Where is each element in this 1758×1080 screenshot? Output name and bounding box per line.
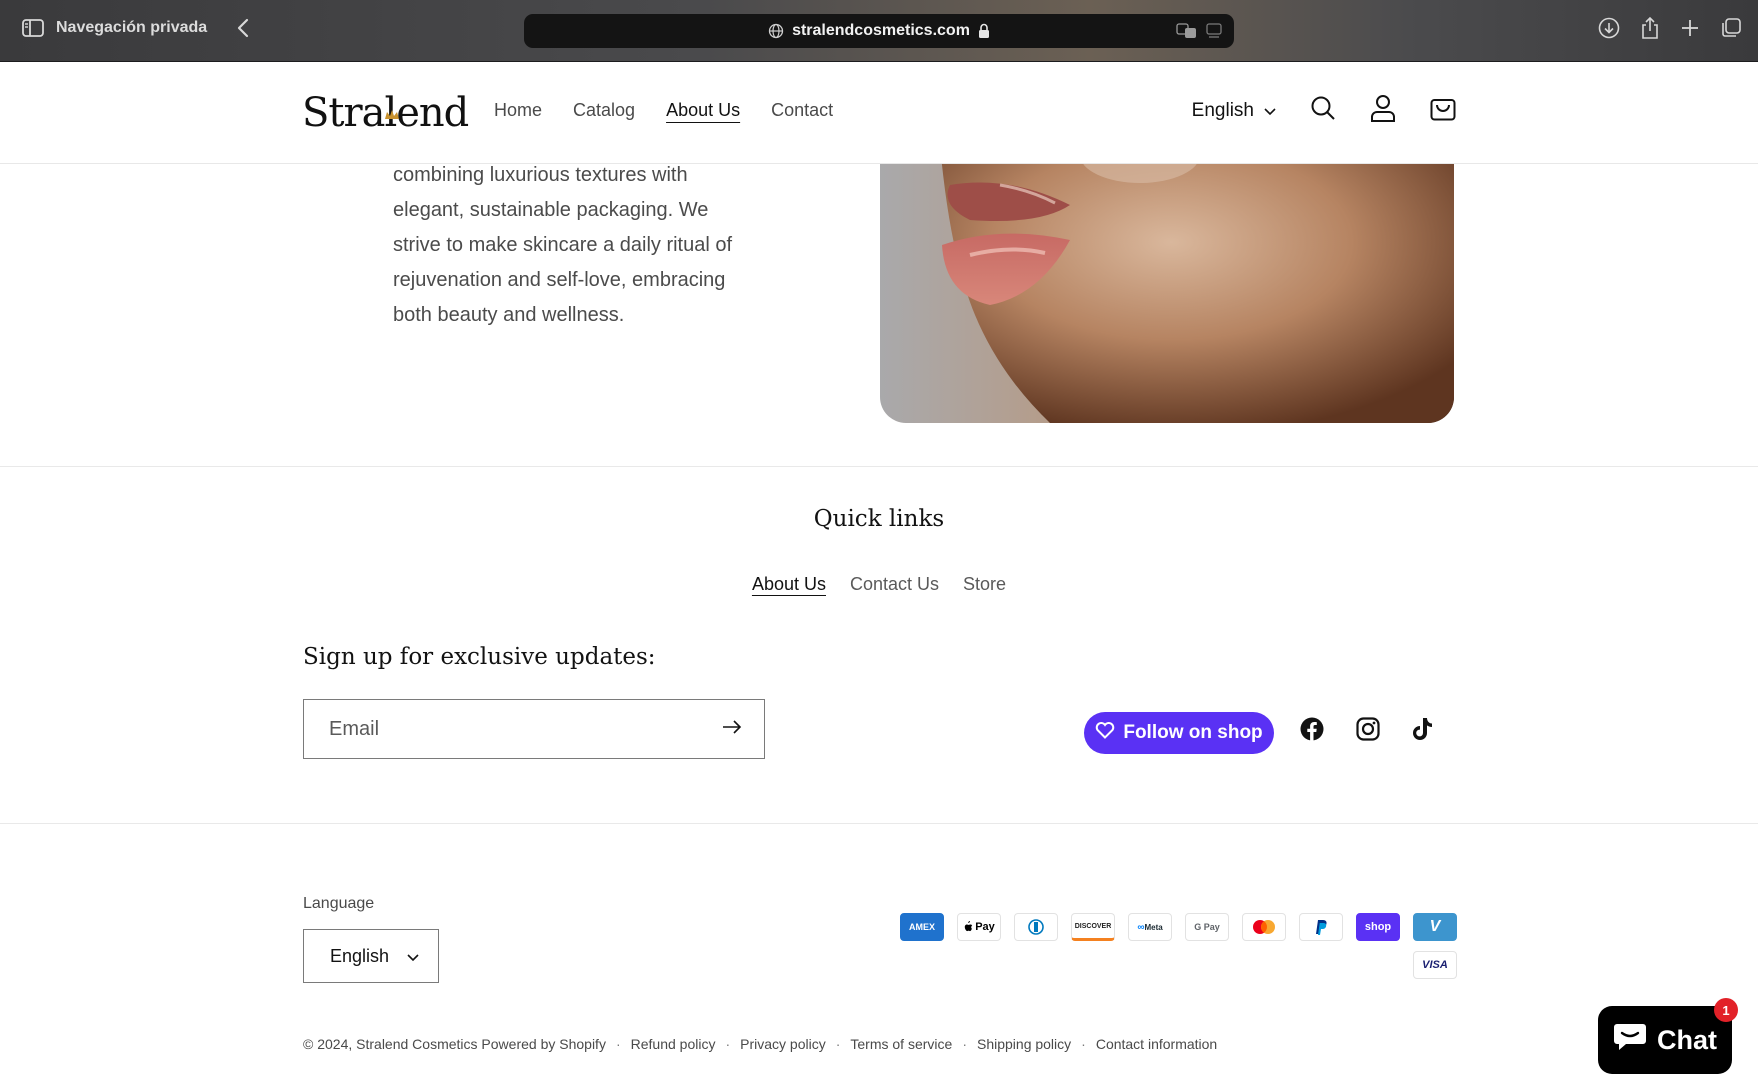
about-line: strive to make skincare a daily ritual o…	[393, 234, 733, 256]
chevron-down-icon	[1264, 100, 1276, 122]
language-value: English	[1191, 99, 1254, 121]
back-arrow-icon[interactable]	[237, 18, 249, 38]
separator-dot: ·	[1081, 1036, 1086, 1052]
chat-button[interactable]: Chat	[1598, 1006, 1732, 1074]
powered-by-shopify-link[interactable]: Powered by Shopify	[481, 1036, 606, 1052]
meta-pay-icon: ∞ Meta	[1128, 913, 1172, 941]
paypal-icon	[1299, 913, 1343, 941]
about-line: elegant, sustainable packaging. We	[393, 199, 709, 221]
share-icon[interactable]	[1640, 16, 1660, 40]
payment-methods: AMEX Pay DISCOVER ∞ Meta G Pay shop V VIS…	[897, 913, 1457, 989]
newsletter-title: Sign up for exclusive updates:	[303, 644, 656, 670]
follow-label: Follow on shop	[1123, 722, 1263, 743]
private-browsing-indicator[interactable]: Navegación privada	[22, 18, 249, 38]
nav-home[interactable]: Home	[494, 100, 542, 121]
legal-links: © 2024, Stralend Cosmetics Powered by Sh…	[303, 1036, 1217, 1052]
globe-icon	[768, 23, 784, 39]
address-bar[interactable]: stralendcosmetics.com	[524, 14, 1234, 48]
downloads-icon[interactable]	[1598, 17, 1620, 39]
browser-toolbar: Navegación privada stralendcosmetics.com	[0, 0, 1758, 62]
visa-icon: VISA	[1413, 951, 1457, 979]
copyright-year: © 2024,	[303, 1036, 353, 1052]
apple-pay-label: Pay	[975, 921, 995, 933]
apple-pay-icon: Pay	[957, 913, 1001, 941]
language-label: Language	[303, 895, 375, 912]
shipping-policy-link[interactable]: Shipping policy	[977, 1036, 1071, 1052]
meta-label: Meta	[1144, 922, 1163, 932]
arrow-right-icon[interactable]	[722, 719, 742, 739]
shop-pay-icon: shop	[1356, 913, 1400, 941]
language-selector[interactable]: English	[1192, 100, 1276, 122]
footer-language-value: English	[330, 945, 390, 966]
newsletter-form	[303, 699, 765, 759]
facebook-icon[interactable]	[1300, 717, 1324, 746]
private-browsing-label: Navegación privada	[56, 19, 208, 36]
quick-link-contact-us[interactable]: Contact Us	[850, 574, 939, 595]
store-name-link[interactable]: Stralend Cosmetics	[356, 1036, 477, 1052]
privacy-policy-link[interactable]: Privacy policy	[740, 1036, 826, 1052]
copyright-text: © 2024, Stralend Cosmetics Powered by Sh…	[303, 1036, 606, 1052]
instagram-icon[interactable]	[1356, 717, 1380, 746]
account-icon[interactable]	[1370, 94, 1396, 127]
footer-language-select[interactable]: English	[303, 929, 439, 983]
section-divider	[0, 466, 1758, 467]
chat-bubble-icon	[1613, 1022, 1647, 1059]
social-links	[1300, 717, 1434, 746]
separator-dot: ·	[962, 1036, 967, 1052]
site-header: Stralend Home Catalog About Us Contact E…	[0, 62, 1758, 164]
url-text: stralendcosmetics.com	[792, 22, 970, 39]
brand-logo[interactable]: Stralend	[302, 90, 469, 136]
heart-icon	[1095, 721, 1115, 745]
about-line: rejuvenation and self-love, embracing	[393, 269, 726, 291]
separator-dot: ·	[835, 1036, 841, 1052]
chevron-down-icon	[407, 946, 419, 967]
discover-icon: DISCOVER	[1071, 913, 1115, 941]
footer-divider	[0, 823, 1758, 824]
quick-link-about-us[interactable]: About Us	[752, 574, 826, 595]
main-nav: Home Catalog About Us Contact	[494, 100, 833, 121]
email-field[interactable]	[329, 717, 722, 741]
refund-policy-link[interactable]: Refund policy	[631, 1036, 716, 1052]
venmo-icon: V	[1413, 913, 1457, 941]
chat-notification-badge: 1	[1714, 998, 1738, 1022]
translate-icon[interactable]	[1176, 22, 1198, 40]
quick-links: About Us Contact Us Store	[0, 574, 1758, 595]
quick-links-title: Quick links	[813, 506, 945, 532]
new-tab-icon[interactable]	[1680, 18, 1700, 38]
sidebar-icon[interactable]	[22, 19, 44, 37]
diners-icon	[1014, 913, 1058, 941]
separator-dot: ·	[725, 1036, 731, 1052]
nav-about-us[interactable]: About Us	[666, 100, 740, 121]
tiktok-icon[interactable]	[1412, 717, 1434, 746]
about-line: both beauty and wellness.	[393, 304, 625, 326]
follow-on-shop-button[interactable]: Follow on shop	[1084, 712, 1274, 754]
contact-information-link[interactable]: Contact information	[1096, 1036, 1217, 1052]
about-description: combining luxurious textures with elegan…	[393, 158, 793, 333]
terms-of-service-link[interactable]: Terms of service	[850, 1036, 952, 1052]
reader-icon[interactable]	[1206, 22, 1222, 40]
nav-catalog[interactable]: Catalog	[573, 100, 635, 121]
quick-link-store[interactable]: Store	[963, 574, 1006, 595]
search-icon[interactable]	[1310, 95, 1336, 126]
cart-icon[interactable]	[1430, 95, 1456, 126]
google-pay-icon: G Pay	[1185, 913, 1229, 941]
lips-hero-image	[880, 145, 1454, 423]
mastercard-icon	[1242, 913, 1286, 941]
nav-contact[interactable]: Contact	[771, 100, 833, 121]
crown-icon	[384, 84, 400, 130]
chat-label: Chat	[1657, 1024, 1717, 1055]
tab-overview-icon[interactable]	[1720, 17, 1742, 39]
lock-icon	[978, 23, 990, 39]
amex-icon: AMEX	[900, 913, 944, 941]
separator-dot: ·	[615, 1036, 621, 1052]
